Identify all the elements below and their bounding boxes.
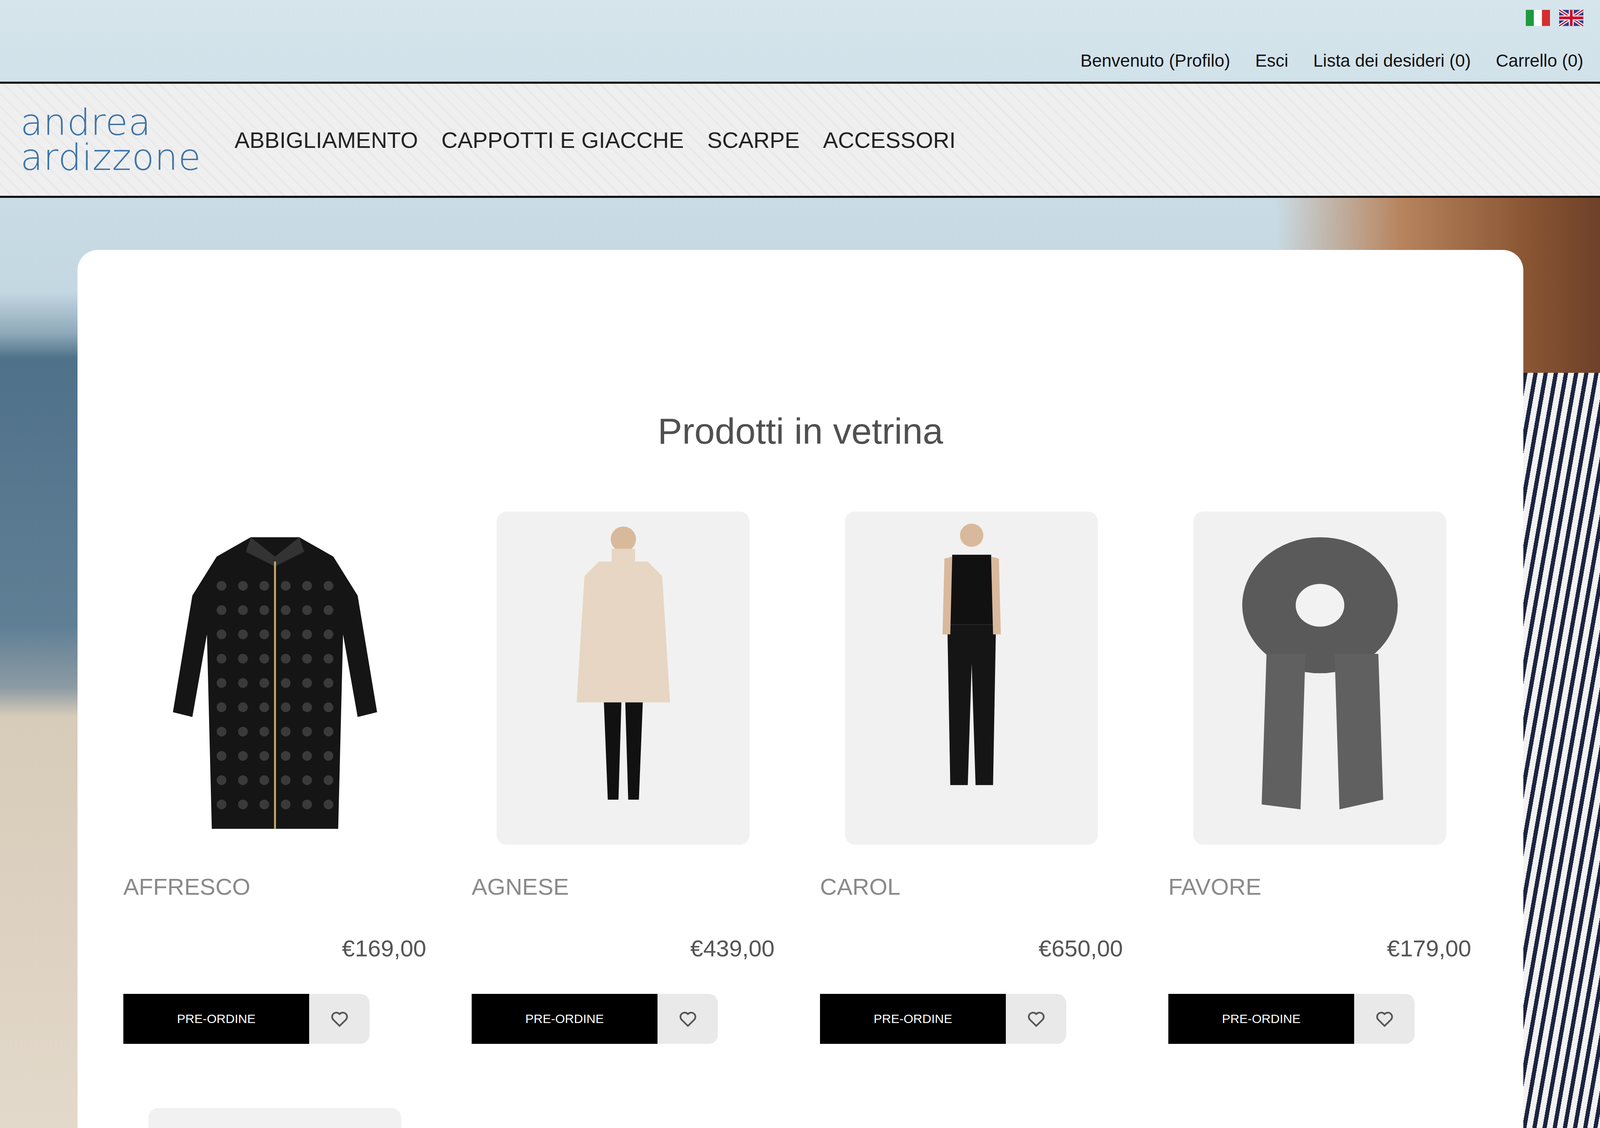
wishlist-button[interactable]	[1354, 994, 1415, 1045]
account-link[interactable]: Benvenuto (Profilo)	[1080, 50, 1231, 71]
nav-item[interactable]: ACCESSORI	[822, 127, 956, 153]
logo-text: ardizzone	[20, 140, 202, 175]
language-switcher	[1525, 9, 1584, 27]
product-image[interactable]	[845, 511, 1098, 845]
preorder-button[interactable]: PRE-ORDINE	[1168, 994, 1355, 1045]
uk-flag-icon[interactable]	[1559, 9, 1584, 27]
account-links: Benvenuto (Profilo) Esci Lista dei desider…	[1080, 50, 1584, 71]
italian-flag-icon[interactable]	[1525, 9, 1550, 27]
preorder-button[interactable]: PRE-ORDINE	[123, 994, 310, 1045]
nav-item[interactable]: CAPPOTTI E GIACCHE	[441, 127, 684, 153]
logo-text: andrea	[20, 105, 202, 140]
preorder-button[interactable]: PRE-ORDINE	[820, 994, 1006, 1045]
wishlist-button[interactable]	[1005, 994, 1067, 1045]
main-nav: ABBIGLIAMENTO CAPPOTTI E GIACCHE SCARPE ACC…	[234, 127, 956, 153]
background-photo-stripes	[1523, 372, 1600, 1128]
product-price: €650,00	[820, 934, 1123, 964]
product-actions: PRE-ORDINE	[471, 994, 775, 1045]
top-bar: Benvenuto (Profilo) Esci Lista dei desider…	[0, 0, 1600, 82]
product-actions: PRE-ORDINE	[123, 994, 427, 1045]
account-link[interactable]: Carrello (0)	[1495, 50, 1584, 71]
product-name[interactable]: AFFRESCO	[123, 872, 427, 902]
product-card: FAVORE €179,00 PRE-ORDINE	[1168, 511, 1472, 1045]
product-card: AGNESE €439,00 PRE-ORDINE	[471, 511, 775, 1045]
product-image[interactable]	[1193, 511, 1447, 845]
model-jumpsuit-icon	[855, 517, 1089, 839]
heart-icon	[1026, 1009, 1047, 1030]
wishlist-button[interactable]	[309, 994, 370, 1045]
account-link[interactable]: Esci	[1255, 50, 1288, 71]
product-price: €169,00	[123, 934, 427, 964]
product-name[interactable]: CAROL	[820, 872, 1123, 902]
heart-icon	[677, 1009, 698, 1030]
product-grid: AFFRESCO €169,00 PRE-ORDINE AGNESE €439,00 PR…	[77, 511, 1524, 1128]
nav-item[interactable]: SCARPE	[707, 127, 800, 153]
product-name[interactable]: AGNESE	[471, 872, 775, 902]
wishlist-button[interactable]	[657, 994, 718, 1045]
product-card: AFFRESCO €169,00 PRE-ORDINE	[123, 511, 427, 1045]
heart-icon	[329, 1009, 350, 1030]
product-actions: PRE-ORDINE	[820, 994, 1123, 1045]
product-actions: PRE-ORDINE	[1168, 994, 1472, 1045]
logo[interactable]: andreaardizzone	[20, 105, 202, 175]
scarf-icon	[1203, 517, 1437, 839]
product-price: €179,00	[1168, 934, 1472, 964]
model-coat-icon	[506, 517, 740, 839]
product-card	[123, 1108, 427, 1128]
coat-icon	[158, 517, 392, 839]
product-name[interactable]: FAVORE	[1168, 872, 1472, 902]
preorder-button[interactable]: PRE-ORDINE	[471, 994, 658, 1045]
product-image[interactable]	[496, 511, 750, 845]
heart-icon	[1374, 1009, 1395, 1030]
product-image[interactable]	[148, 1108, 402, 1128]
header: andreaardizzone ABBIGLIAMENTO CAPPOTTI E G…	[0, 81, 1600, 198]
account-link[interactable]: Lista dei desideri (0)	[1313, 50, 1471, 71]
product-image[interactable]	[148, 511, 402, 845]
nav-item[interactable]: ABBIGLIAMENTO	[234, 127, 418, 153]
section-title: Prodotti in vetrina	[77, 408, 1524, 455]
page: Benvenuto (Profilo) Esci Lista dei desider…	[0, 0, 1600, 1128]
product-price: €439,00	[471, 934, 775, 964]
content-card: Prodotti in vetrina AFFRESCO €169,00 PRE-OR…	[77, 250, 1524, 1128]
product-card: CAROL €650,00 PRE-ORDINE	[820, 511, 1123, 1045]
